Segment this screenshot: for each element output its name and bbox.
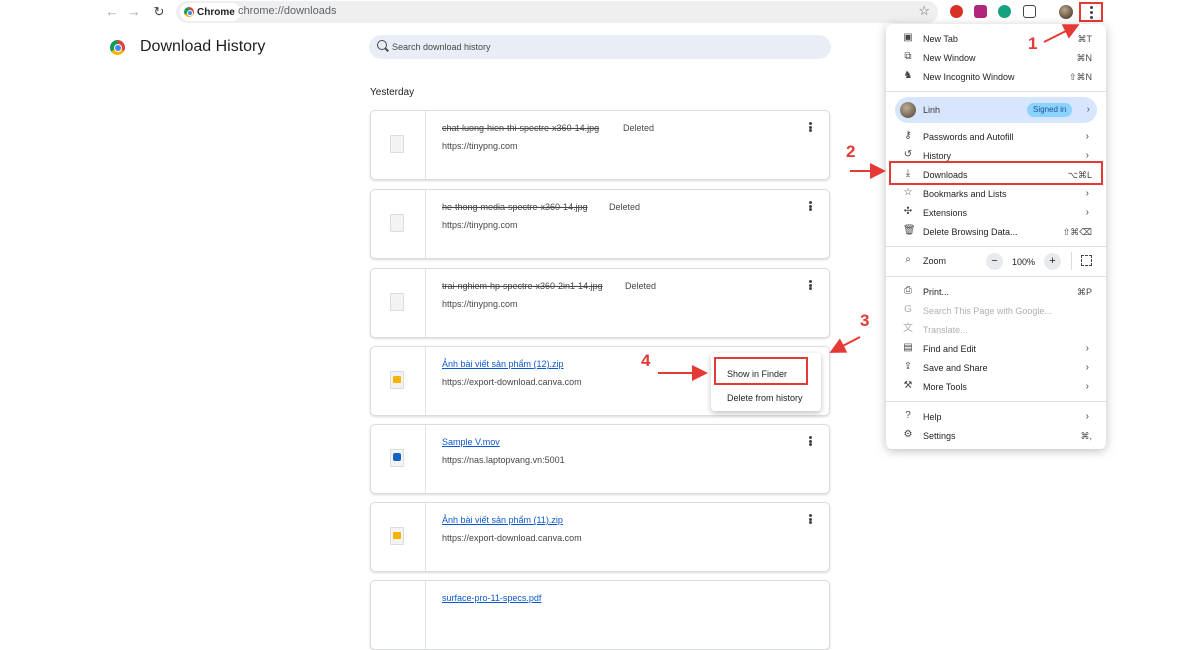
arrow-3: [829, 336, 861, 353]
arrow-1: [1043, 24, 1080, 43]
annotation-arrows: [658, 24, 1080, 381]
